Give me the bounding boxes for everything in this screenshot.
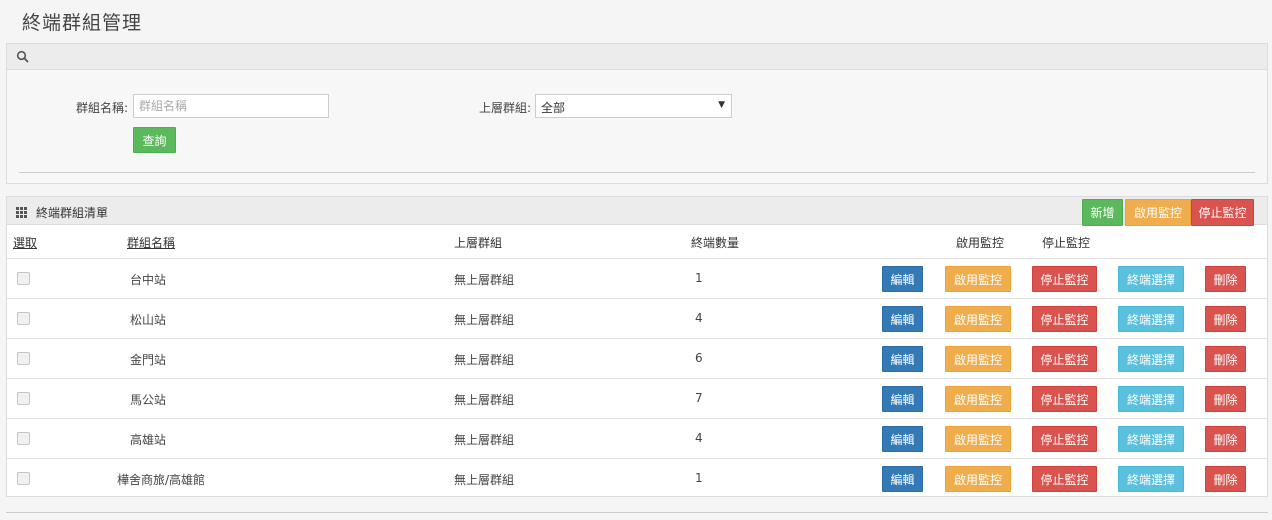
divider (19, 172, 1255, 173)
row-checkbox[interactable] (17, 472, 30, 485)
group-name-cell: 高雄站 (130, 433, 167, 447)
terminal-count-cell: 6 (695, 351, 703, 365)
row-enable-monitor-button[interactable]: 啟用監控 (945, 426, 1011, 452)
group-list-panel: 終端群組清單 新增 啟用監控 停止監控 選取 群組名稱 上層群組 終端數量 啟用… (6, 196, 1268, 497)
terminal-count-cell: 4 (695, 311, 703, 325)
group-name-cell: 松山站 (130, 313, 167, 327)
row-stop-monitor-button[interactable]: 停止監控 (1032, 306, 1097, 332)
add-button[interactable]: 新增 (1082, 199, 1123, 226)
column-header-parent-group: 上層群組 (454, 236, 503, 250)
row-checkbox[interactable] (17, 312, 30, 325)
table-row: 樺舍商旅/高雄館 無上層群組 1 編輯 啟用監控 停止監控 終端選擇 刪除 (7, 458, 1267, 498)
list-title: 終端群組清單 (36, 206, 109, 220)
parent-group-cell: 無上層群組 (454, 313, 515, 327)
row-stop-monitor-button[interactable]: 停止監控 (1032, 426, 1097, 452)
table-row: 金門站 無上層群組 6 編輯 啟用監控 停止監控 終端選擇 刪除 (7, 338, 1267, 378)
table-row: 松山站 無上層群組 4 編輯 啟用監控 停止監控 終端選擇 刪除 (7, 298, 1267, 338)
select-terminal-button[interactable]: 終端選擇 (1118, 266, 1184, 292)
edit-button[interactable]: 編輯 (882, 266, 923, 292)
bottom-divider (6, 512, 1268, 513)
delete-button[interactable]: 刪除 (1205, 466, 1246, 492)
table-row: 高雄站 無上層群組 4 編輯 啟用監控 停止監控 終端選擇 刪除 (7, 418, 1267, 458)
table-row: 台中站 無上層群組 1 編輯 啟用監控 停止監控 終端選擇 刪除 (7, 258, 1267, 298)
chevron-down-icon: ▼ (718, 100, 725, 110)
column-header-stop-monitor: 停止監控 (1042, 236, 1091, 250)
column-header-terminal-count: 終端數量 (691, 236, 740, 250)
select-terminal-button[interactable]: 終端選擇 (1118, 346, 1184, 372)
row-enable-monitor-button[interactable]: 啟用監控 (945, 386, 1011, 412)
group-name-label: 群組名稱: (76, 101, 129, 115)
column-header-select[interactable]: 選取 (13, 234, 37, 251)
column-header-enable-monitor: 啟用監控 (956, 236, 1005, 250)
edit-button[interactable]: 編輯 (882, 346, 923, 372)
query-button[interactable]: 查詢 (133, 127, 176, 153)
table-row: 馬公站 無上層群組 7 編輯 啟用監控 停止監控 終端選擇 刪除 (7, 378, 1267, 418)
parent-group-label: 上層群組: (479, 101, 532, 115)
row-checkbox[interactable] (17, 392, 30, 405)
row-enable-monitor-button[interactable]: 啟用監控 (945, 466, 1011, 492)
row-stop-monitor-button[interactable]: 停止監控 (1032, 386, 1097, 412)
column-header-group-name[interactable]: 群組名稱 (127, 234, 175, 251)
parent-group-cell: 無上層群組 (454, 273, 515, 287)
edit-button[interactable]: 編輯 (882, 306, 923, 332)
row-stop-monitor-button[interactable]: 停止監控 (1032, 346, 1097, 372)
parent-group-cell: 無上層群組 (454, 433, 515, 447)
search-panel-header (7, 44, 1267, 70)
page-title: 終端群組管理 (22, 12, 143, 34)
parent-group-selected-value: 全部 (541, 101, 566, 115)
group-name-cell: 馬公站 (130, 393, 167, 407)
delete-button[interactable]: 刪除 (1205, 386, 1246, 412)
delete-button[interactable]: 刪除 (1205, 266, 1246, 292)
terminal-count-cell: 4 (695, 431, 703, 445)
terminal-count-cell: 1 (695, 471, 703, 485)
row-checkbox[interactable] (17, 272, 30, 285)
grid-icon (16, 207, 27, 218)
delete-button[interactable]: 刪除 (1205, 346, 1246, 372)
row-checkbox[interactable] (17, 432, 30, 445)
enable-monitor-button[interactable]: 啟用監控 (1125, 199, 1191, 226)
edit-button[interactable]: 編輯 (882, 386, 923, 412)
parent-group-cell: 無上層群組 (454, 393, 515, 407)
delete-button[interactable]: 刪除 (1205, 306, 1246, 332)
group-name-cell: 金門站 (130, 353, 167, 367)
row-stop-monitor-button[interactable]: 停止監控 (1032, 466, 1097, 492)
search-panel: 群組名稱: 上層群組: 全部 ▼ 查詢 (6, 43, 1268, 184)
select-terminal-button[interactable]: 終端選擇 (1118, 386, 1184, 412)
parent-group-cell: 無上層群組 (454, 353, 515, 367)
row-enable-monitor-button[interactable]: 啟用監控 (945, 266, 1011, 292)
select-terminal-button[interactable]: 終端選擇 (1118, 426, 1184, 452)
select-terminal-button[interactable]: 終端選擇 (1118, 306, 1184, 332)
group-name-cell: 樺舍商旅/高雄館 (117, 473, 206, 487)
parent-group-select[interactable]: 全部 ▼ (535, 94, 732, 118)
edit-button[interactable]: 編輯 (882, 426, 923, 452)
row-enable-monitor-button[interactable]: 啟用監控 (945, 306, 1011, 332)
group-name-input[interactable] (133, 94, 329, 118)
row-checkbox[interactable] (17, 352, 30, 365)
stop-monitor-button[interactable]: 停止監控 (1191, 199, 1254, 226)
search-icon (16, 50, 29, 63)
terminal-count-cell: 7 (695, 391, 703, 405)
select-terminal-button[interactable]: 終端選擇 (1118, 466, 1184, 492)
row-stop-monitor-button[interactable]: 停止監控 (1032, 266, 1097, 292)
group-name-cell: 台中站 (130, 273, 167, 287)
list-header: 終端群組清單 新增 啟用監控 停止監控 (7, 197, 1267, 226)
delete-button[interactable]: 刪除 (1205, 426, 1246, 452)
parent-group-cell: 無上層群組 (454, 473, 515, 487)
terminal-count-cell: 1 (695, 271, 703, 285)
edit-button[interactable]: 編輯 (882, 466, 923, 492)
row-enable-monitor-button[interactable]: 啟用監控 (945, 346, 1011, 372)
